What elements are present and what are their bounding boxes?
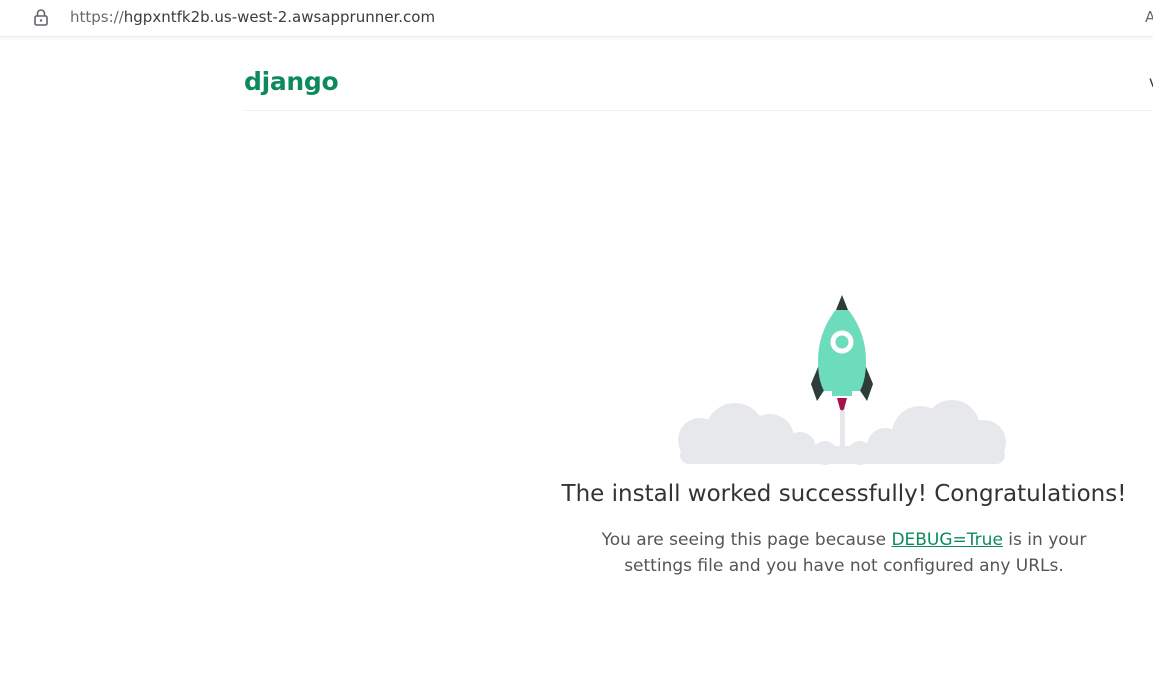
- page-title: The install worked successfully! Congrat…: [561, 481, 1127, 507]
- url-field[interactable]: https://hgpxntfk2b.us-west-2.awsapprunne…: [70, 8, 435, 26]
- django-logo[interactable]: django: [244, 66, 339, 98]
- debug-true-link[interactable]: DEBUG=True: [891, 530, 1002, 550]
- page-header: django v: [244, 42, 1153, 111]
- browser-address-bar: https://hgpxntfk2b.us-west-2.awsapprunne…: [0, 0, 1153, 37]
- page-subtitle: You are seeing this page because DEBUG=T…: [570, 527, 1118, 579]
- address-bar-right-text: A: [1145, 8, 1153, 26]
- subtitle-text-before: You are seeing this page because: [601, 530, 892, 550]
- lock-icon[interactable]: [33, 8, 49, 26]
- exhaust-trail: [840, 406, 845, 458]
- url-scheme: https://: [70, 8, 124, 26]
- rocket-illustration: [670, 288, 1015, 470]
- rocket-icon: [811, 295, 873, 411]
- header-version-text: v: [1149, 72, 1153, 92]
- url-host: hgpxntfk2b.us-west-2.awsapprunner.com: [123, 8, 436, 26]
